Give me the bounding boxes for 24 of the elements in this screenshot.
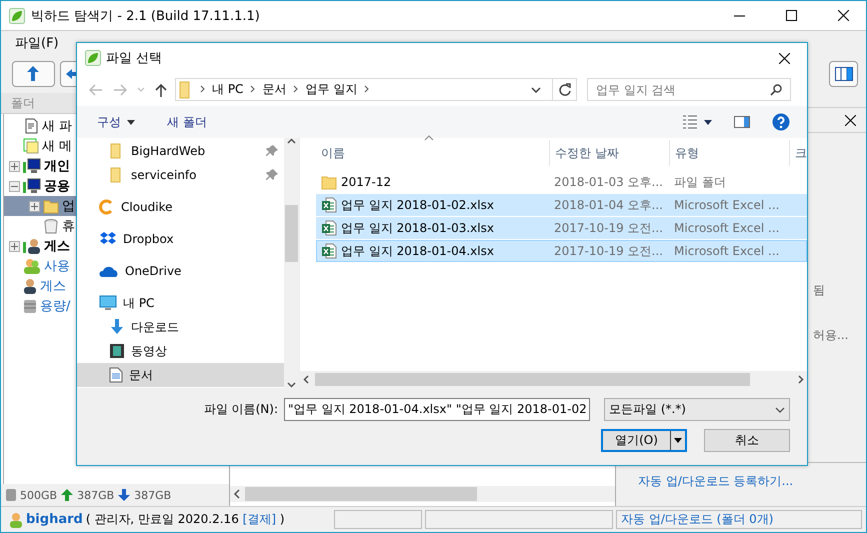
file-name: 2017-12 bbox=[341, 175, 392, 189]
file-date: 2017-10-19 오전... bbox=[553, 242, 664, 260]
file-name: 업무 일지 2018-01-02.xlsx bbox=[341, 196, 494, 214]
sync-status: 자동 업/다운로드 (폴더 0개) bbox=[621, 511, 774, 528]
file-name: 업무 일지 2018-01-04.xlsx bbox=[341, 242, 494, 260]
file-type: 파일 폴더 bbox=[673, 174, 727, 190]
window-title: 빅하드 탐색기 - 2.1 (Build 17.11.1.1) bbox=[31, 8, 260, 24]
file-date: 2018-01-03 오후... bbox=[553, 174, 664, 190]
upload-size: 387GB bbox=[77, 488, 114, 502]
file-date: 2018-01-04 오후... bbox=[553, 196, 664, 214]
file-type: Microsoft Excel ... bbox=[673, 221, 780, 235]
disk-total: 500GB bbox=[20, 488, 58, 502]
field-label: 파일 이름(N): bbox=[204, 401, 278, 418]
user-name: bighard bbox=[26, 512, 83, 527]
file-name: 업무 일지 2018-01-03.xlsx bbox=[341, 220, 494, 236]
panel-text: 허용... bbox=[812, 327, 850, 344]
download-size: 387GB bbox=[134, 488, 172, 502]
account-info: ( 관리자, 만료일 2020.2.16 [결제] ) bbox=[86, 511, 285, 528]
file-date: 2017-10-19 오전... bbox=[553, 220, 664, 236]
file-type: Microsoft Excel ... bbox=[673, 198, 780, 212]
panel-header: 폴더 bbox=[11, 94, 35, 112]
panel-text: 됨 bbox=[812, 282, 826, 299]
dialog-title: 파일 선택 bbox=[106, 50, 162, 67]
file-type: Microsoft Excel ... bbox=[673, 244, 780, 258]
